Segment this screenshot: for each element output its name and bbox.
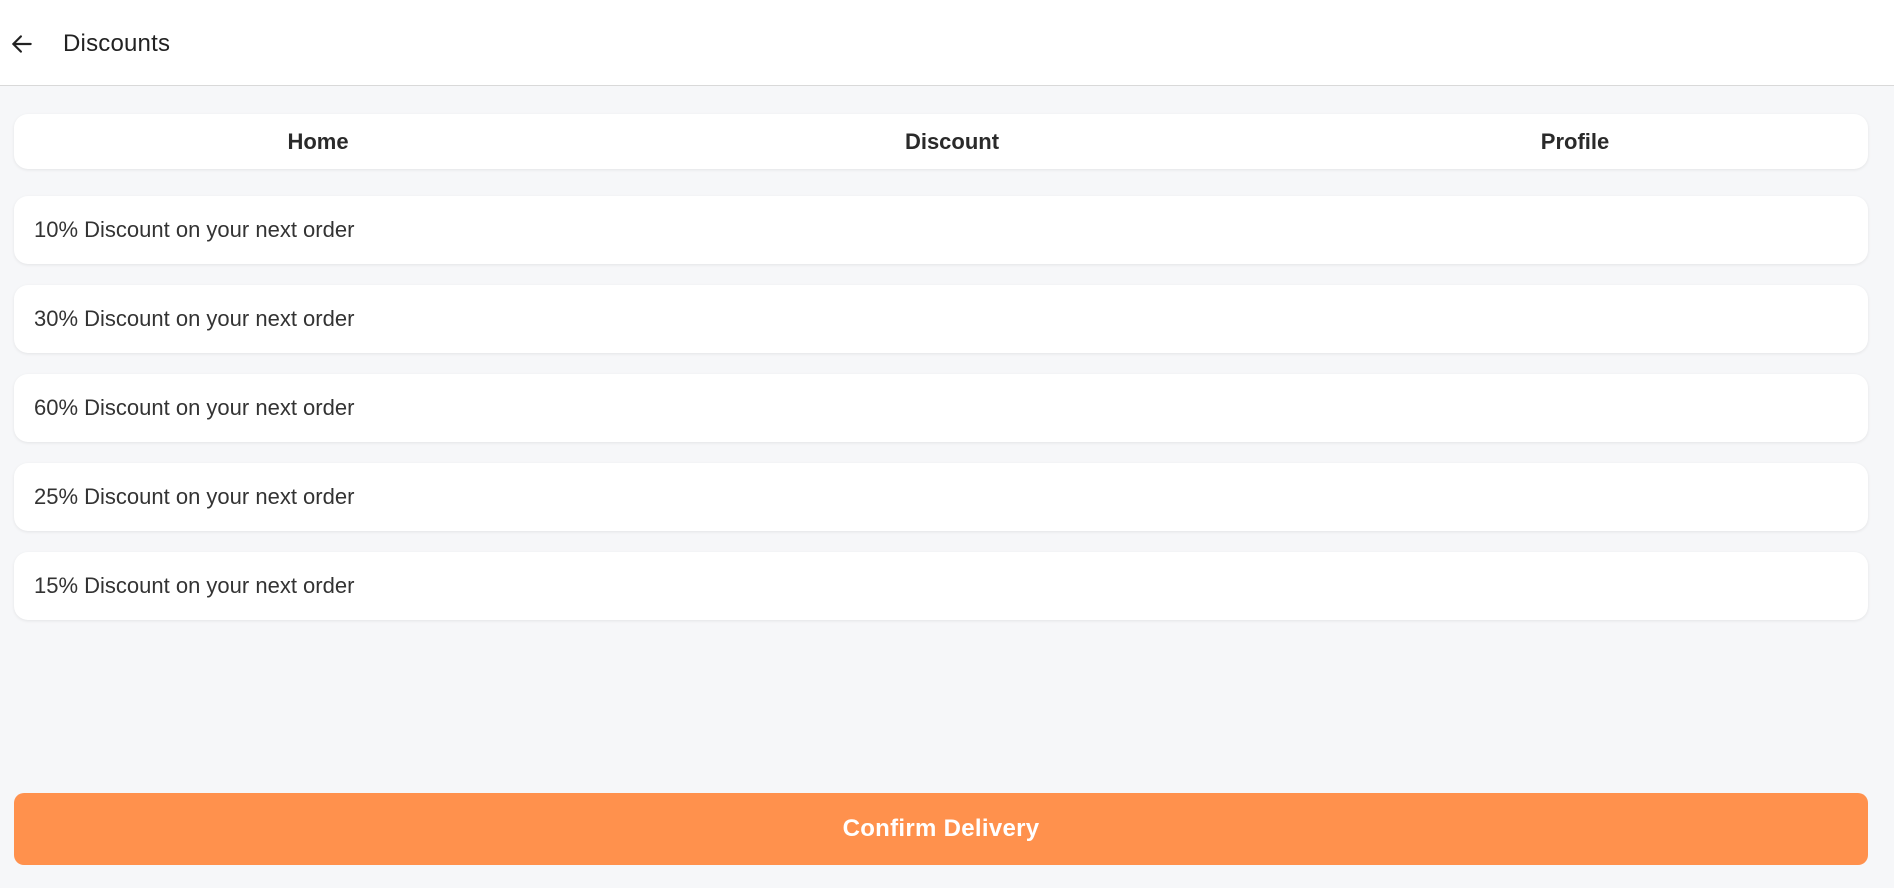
discount-item[interactable]: 15% Discount on your next order <box>14 552 1868 620</box>
discount-item[interactable]: 30% Discount on your next order <box>14 285 1868 353</box>
discount-item[interactable]: 25% Discount on your next order <box>14 463 1868 531</box>
discount-item[interactable]: 60% Discount on your next order <box>14 374 1868 442</box>
tab-home[interactable]: Home <box>14 114 622 169</box>
discount-item[interactable]: 10% Discount on your next order <box>14 196 1868 264</box>
tab-bar: Home Discount Profile <box>14 114 1868 169</box>
page-title: Discounts <box>63 30 171 57</box>
back-button[interactable] <box>6 28 38 60</box>
arrow-left-icon <box>12 35 32 53</box>
confirm-delivery-button[interactable]: Confirm Delivery <box>14 793 1868 865</box>
discount-list: 10% Discount on your next order 30% Disc… <box>14 196 1868 641</box>
tab-profile[interactable]: Profile <box>1282 114 1868 169</box>
tab-discount[interactable]: Discount <box>622 114 1282 169</box>
top-app-bar: Discounts <box>0 0 1894 86</box>
